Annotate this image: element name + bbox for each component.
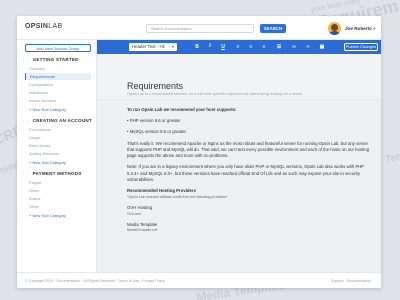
paragraph: Note: If you are in a legacy environment… [127, 164, 365, 182]
providers-note: *Opsin Lab receives affiliate credit fro… [127, 195, 228, 200]
section-heading: To run Opsin Lab we recommend your host … [127, 107, 237, 112]
italic-icon[interactable]: I [206, 43, 214, 51]
copyright-text: © Copyright 2019 · Documentation · All R… [25, 279, 165, 283]
code-icon[interactable]: ‹› [304, 43, 312, 51]
avatar[interactable] [328, 22, 341, 35]
sidebar-item-glossary[interactable]: Glossary [25, 65, 91, 72]
sidebar-item-other[interactable]: Other [25, 203, 91, 210]
align-center-icon[interactable]: ≡ [247, 43, 255, 51]
sidebar-item-braids[interactable]: Braids [25, 195, 91, 202]
drag-handle-icon[interactable]: ⋮⋮ [21, 171, 31, 176]
search-button[interactable]: SEARCH [260, 24, 286, 33]
bold-icon[interactable]: B [193, 43, 201, 51]
add-section-group-button[interactable]: Add New Section Group [25, 44, 91, 52]
page-header: Requirements Opsin Lab is a cloud based … [97, 54, 381, 100]
new-sub-category-link[interactable]: + New Sub Category [25, 160, 66, 165]
provider-link[interactable]: MediaTemplate.net [127, 228, 375, 233]
section-heading: Recommended Hosting Providers [127, 187, 197, 193]
sidebar-item-stripe[interactable]: Stripe [25, 187, 91, 194]
drag-handle-icon[interactable]: ⋮⋮ [21, 57, 31, 62]
link-icon[interactable]: ∞ [290, 43, 298, 51]
sidebar-item-configuration[interactable]: Configuration [25, 81, 91, 88]
publish-changes-button[interactable]: Publish Changes [344, 43, 378, 51]
provider-link[interactable]: Ovh.com [127, 212, 375, 217]
section-heading[interactable]: ⋮⋮ PAYMENT METHODS [21, 171, 82, 177]
image-icon[interactable]: ▣ [318, 43, 326, 51]
user-name[interactable]: Joe Roberto ▾ [345, 26, 375, 32]
sidebar-item-adding-members[interactable]: Adding Members [25, 150, 91, 157]
new-sub-category-link[interactable]: + New Sub Category [25, 107, 66, 112]
footer: © Copyright 2019 · Documentation · All R… [17, 272, 381, 288]
chevron-down-icon: ▾ [373, 26, 376, 31]
support-link[interactable]: Support · Documentation [331, 279, 371, 283]
section-heading[interactable]: ⋮⋮ CREATING AN ACCOUNT [21, 118, 92, 124]
underline-icon[interactable]: U [219, 43, 227, 51]
sidebar: Add New Section Group ⋮⋮ GETTING STARTED … [17, 40, 97, 272]
list-icon[interactable]: ☰ [275, 43, 283, 51]
chevron-down-icon: ▾ [171, 44, 174, 49]
sidebar-item-installation[interactable]: Installation [25, 89, 91, 96]
list-item: • MySQL version 5.6 or greater [127, 129, 186, 135]
new-sub-category-link[interactable]: + New Sub Category [25, 213, 66, 218]
search-input[interactable]: Search Documentation [146, 24, 254, 33]
section-heading[interactable]: ⋮⋮ GETTING STARTED [21, 57, 79, 63]
sidebar-item-usage[interactable]: Usage [25, 134, 91, 141]
sidebar-item-requirements[interactable]: Requirements [25, 73, 91, 80]
sidebar-item-admin-account[interactable]: Admin Account [25, 97, 91, 104]
top-bar: OPSINLAB Search Documentation SEARCH Joe… [17, 16, 381, 40]
page-body[interactable]: To run Opsin Lab we recommend your host … [127, 107, 375, 238]
paragraph: That's really it. We recommend Apache or… [127, 140, 369, 159]
app-window: OPSINLAB Search Documentation SEARCH Joe… [17, 16, 381, 288]
format-select[interactable]: Header Text - H1 ▾ [129, 43, 177, 51]
page-subtitle[interactable]: Opsin Lab is a cloud based solution, so … [127, 92, 302, 96]
background-text: your host supp [309, 0, 361, 15]
sidebar-item-permissions[interactable]: Permissions [25, 126, 91, 133]
sidebar-item-best-library[interactable]: Best Library [25, 142, 91, 149]
sidebar-item-paypal[interactable]: Paypal [25, 179, 91, 186]
content-area: Requirements Opsin Lab is a cloud based … [97, 54, 381, 272]
background-text: Template [384, 145, 400, 166]
page-title[interactable]: Requirements [127, 81, 183, 91]
align-right-icon[interactable]: ≡ [260, 43, 268, 51]
drag-handle-icon[interactable]: ⋮⋮ [21, 118, 31, 123]
list-item: • PHP version 5.6 or greater [127, 118, 181, 124]
editor-toolbar: Header Text - H1 ▾ B I U ≡ ≡ ≡ ☰ ∞ ‹› ▣ … [97, 40, 381, 54]
logo[interactable]: OPSINLAB [25, 23, 62, 30]
align-left-icon[interactable]: ≡ [234, 43, 242, 51]
